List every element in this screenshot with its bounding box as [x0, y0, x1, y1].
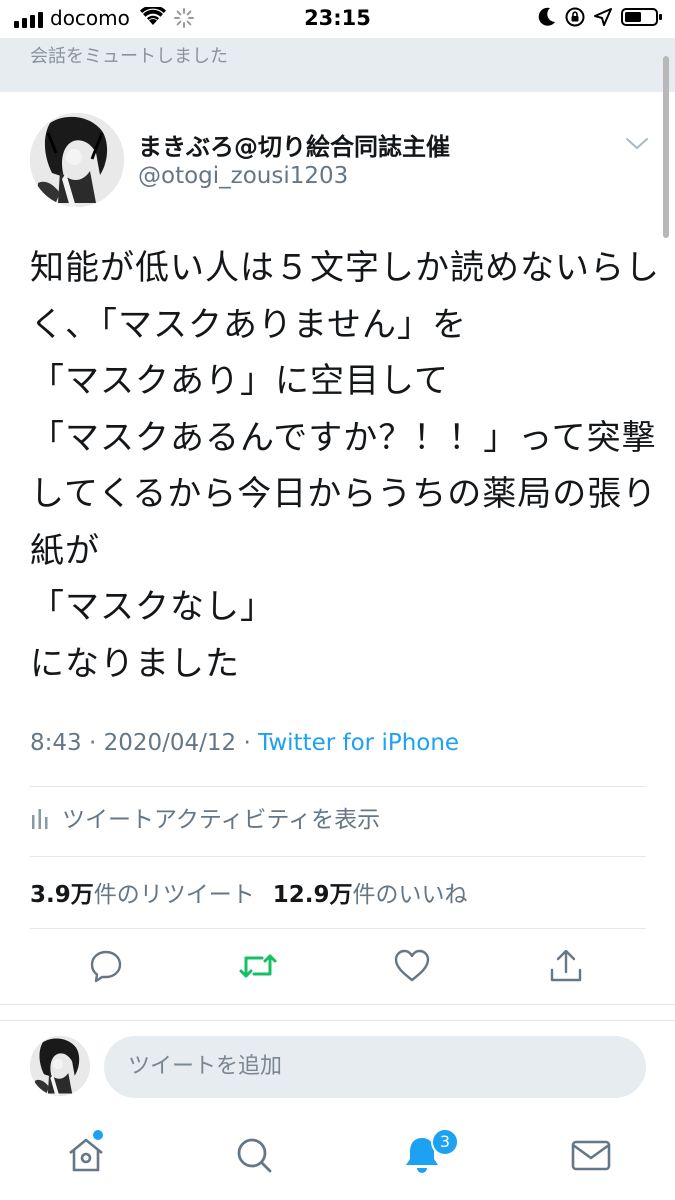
meta-separator: ·: [243, 730, 251, 756]
location-arrow-icon: [594, 8, 612, 26]
retweet-icon: [239, 954, 277, 978]
tweet-source-link[interactable]: Twitter for iPhone: [258, 730, 459, 756]
reply-button[interactable]: [86, 946, 126, 986]
retweet-stat[interactable]: 3.9万件のリツイート: [30, 875, 255, 909]
muted-banner-text: 会話をミュートしました: [30, 46, 228, 67]
divider: [30, 856, 646, 857]
tweet-activity-label: ツイートアクティビティを表示: [62, 807, 381, 833]
status-icons: [538, 7, 663, 27]
retweet-count: 3.9万: [30, 882, 94, 908]
tab-search[interactable]: [232, 1133, 276, 1177]
like-count: 12.9万: [272, 882, 353, 908]
tweet-stats: 3.9万件のリツイート 12.9万件のいいね: [30, 875, 468, 909]
bar-chart-icon: [32, 809, 48, 829]
tweet-time: 8:43: [30, 730, 82, 756]
orientation-lock-icon: [565, 7, 585, 27]
author-avatar[interactable]: [30, 113, 124, 207]
tweet-timestamp: 8:43 · 2020/04/12 · Twitter for iPhone: [30, 730, 459, 756]
home-unread-dot: [93, 1130, 103, 1140]
notification-badge: 3: [431, 1128, 459, 1156]
heart-icon: [394, 949, 430, 982]
scrollbar[interactable]: [663, 56, 669, 238]
divider: [0, 1020, 675, 1021]
muted-conversation-banner: 会話をミュートしました: [0, 38, 675, 92]
divider: [0, 1004, 675, 1005]
moon-icon: [538, 7, 555, 26]
reply-input[interactable]: ツイートを追加: [104, 1036, 646, 1098]
share-icon: [550, 949, 582, 982]
divider: [30, 928, 646, 929]
tweet-date: 2020/04/12: [103, 730, 237, 756]
like-stat[interactable]: 12.9万件のいいね: [273, 875, 468, 909]
search-icon: [237, 1138, 272, 1173]
author-handle[interactable]: @otogi_zousi1203: [138, 163, 348, 189]
retweet-button[interactable]: [238, 946, 278, 986]
divider: [30, 786, 646, 787]
tweet-activity-link[interactable]: ツイートアクティビティを表示: [30, 800, 380, 834]
reply-icon: [90, 950, 122, 983]
home-icon: [69, 1138, 103, 1172]
share-button[interactable]: [546, 946, 586, 986]
meta-separator: ·: [88, 730, 97, 756]
like-label: 件のいいね: [352, 882, 468, 908]
author-name[interactable]: まきぶろ@切り絵合同誌主催: [138, 127, 450, 162]
mail-icon: [571, 1140, 611, 1171]
like-button[interactable]: [392, 946, 432, 986]
status-bar: docomo 23:15: [0, 0, 675, 38]
tab-messages[interactable]: [569, 1133, 613, 1177]
tweet-text: 知能が低い人は５文字しか読めないらしく、「マスクありません」を 「マスクあり」に…: [30, 248, 660, 684]
user-avatar[interactable]: [30, 1036, 90, 1096]
tab-home[interactable]: [64, 1133, 108, 1177]
retweet-label: 件のリツイート: [93, 882, 255, 908]
battery-icon: [621, 8, 662, 26]
chevron-down-icon[interactable]: [625, 136, 649, 155]
